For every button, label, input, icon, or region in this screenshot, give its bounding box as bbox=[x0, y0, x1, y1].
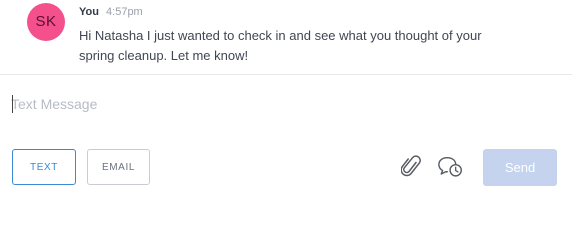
text-channel-button[interactable]: TEXT bbox=[12, 149, 76, 185]
message-meta: You 4:57pm bbox=[79, 5, 143, 19]
sender-name: You bbox=[79, 6, 99, 18]
message-body: Hi Natasha I just wanted to check in and… bbox=[79, 28, 482, 63]
message-timestamp: 4:57pm bbox=[106, 6, 143, 18]
text-message-input[interactable] bbox=[11, 92, 551, 116]
text-cursor bbox=[12, 95, 13, 113]
send-button[interactable]: Send bbox=[483, 149, 557, 186]
email-channel-button[interactable]: EMAIL bbox=[87, 149, 150, 185]
paperclip-icon[interactable] bbox=[398, 153, 426, 181]
schedule-message-icon[interactable] bbox=[437, 153, 465, 181]
message-item: SK You 4:57pm Hi Natasha I just wanted t… bbox=[0, 0, 572, 75]
avatar: SK bbox=[27, 3, 65, 41]
message-composer: TEXT EMAIL Send bbox=[0, 75, 572, 200]
